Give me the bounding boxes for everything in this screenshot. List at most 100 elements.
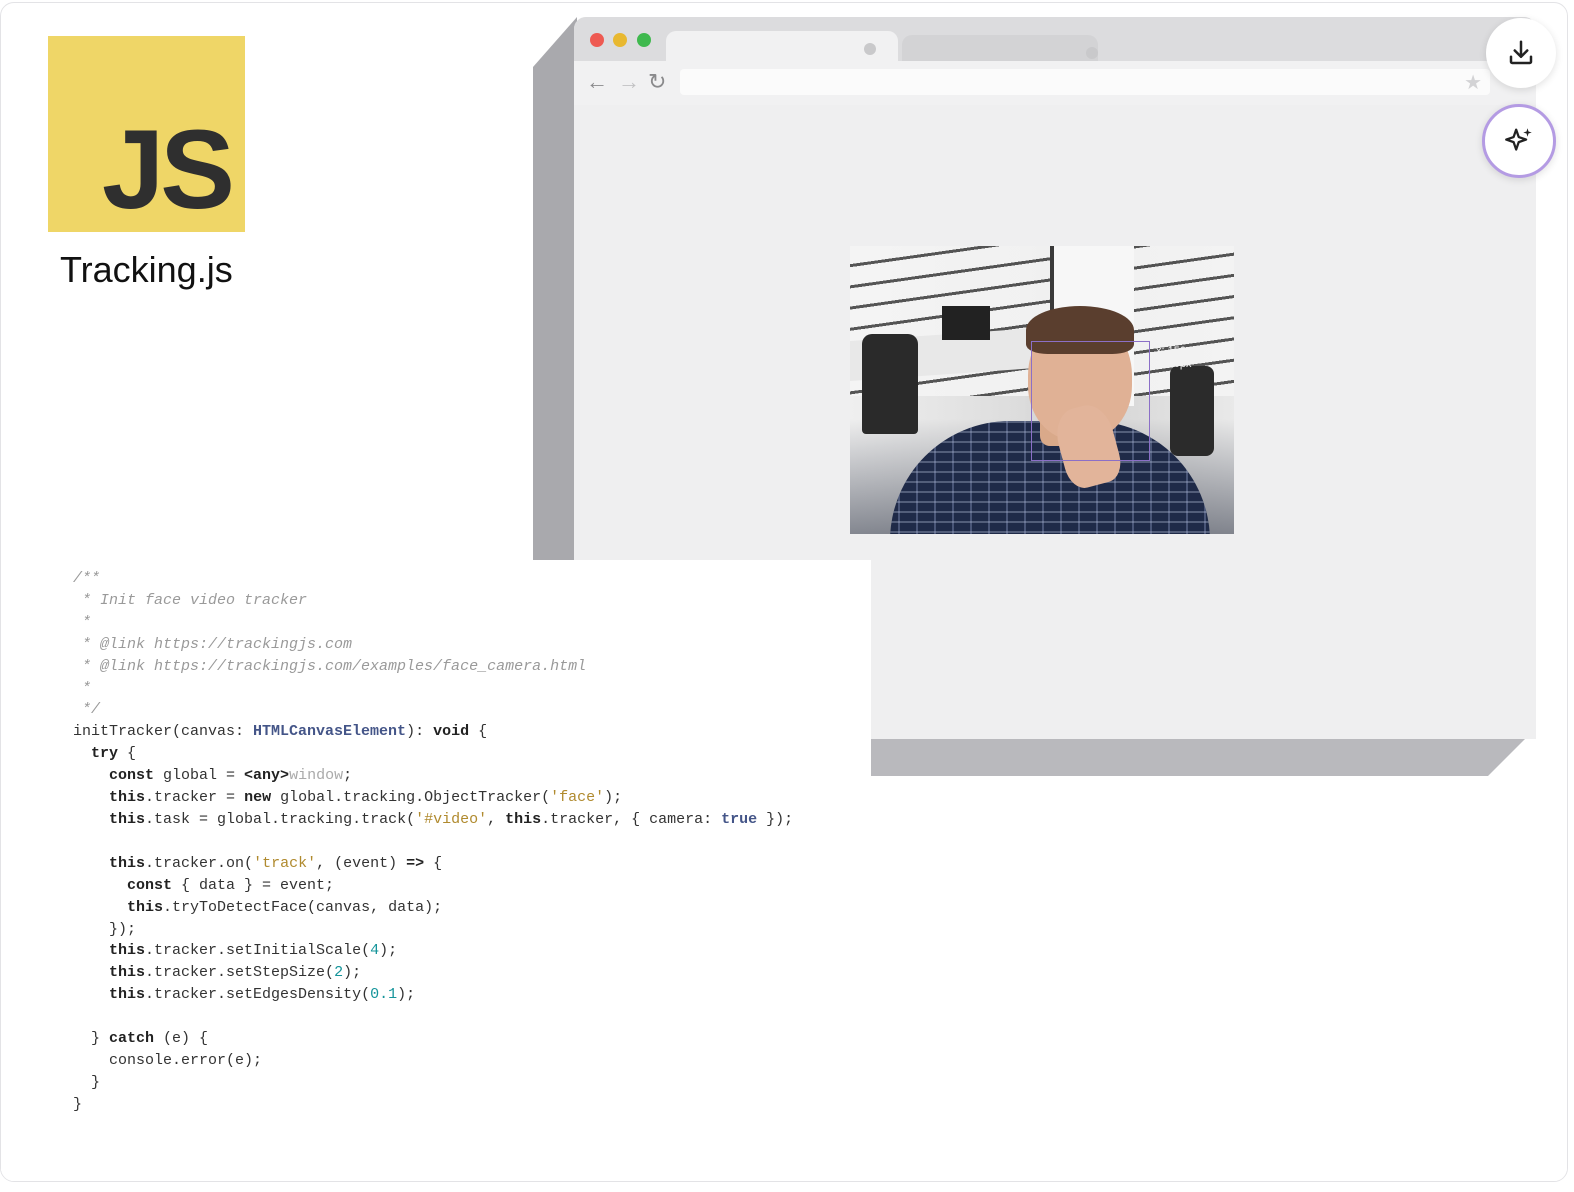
code-line: console.error(e); <box>73 1050 793 1072</box>
library-title: Tracking.js <box>60 249 233 290</box>
code-line: * <box>73 678 793 700</box>
code-token: .tracker = <box>145 789 245 807</box>
code-token: this <box>505 810 542 828</box>
monitor <box>942 306 990 340</box>
code-token: true <box>721 810 758 828</box>
code-line: this.tryToDetectFace(canvas, data); <box>73 897 793 919</box>
code-token: this <box>109 986 146 1004</box>
maximize-dot <box>637 33 651 47</box>
code-token: ); <box>604 789 623 807</box>
code-token: try <box>91 745 119 763</box>
code-token: { <box>424 854 443 872</box>
address-bar: ★ <box>680 69 1490 95</box>
code-line: this.tracker.setEdgesDensity(0.1); <box>73 984 793 1006</box>
image-card: ← → ↻ ★ x: 150px y: 80px JS Tracking.js … <box>0 2 1568 1182</box>
code-token: new <box>244 789 272 807</box>
code-token: */ <box>73 701 101 719</box>
code-token: .tracker.on( <box>145 854 254 872</box>
code-token: .tracker, { camera: <box>541 810 722 828</box>
code-token: window <box>289 767 344 785</box>
ai-assist-button[interactable] <box>1482 104 1556 178</box>
code-token: (e) { <box>154 1030 209 1048</box>
code-token: } <box>73 1095 83 1113</box>
code-line: this.tracker.setInitialScale(4); <box>73 940 793 962</box>
back-arrow-icon: ← <box>586 69 608 94</box>
code-token: ); <box>397 986 416 1004</box>
code-token: global.tracking.ObjectTracker( <box>271 789 551 807</box>
code-token: '#video' <box>415 810 488 828</box>
code-token: /** <box>73 570 101 587</box>
code-token: , <box>487 810 506 828</box>
code-token: this <box>109 810 146 828</box>
code-token: <any> <box>244 767 290 785</box>
code-snippet: /** * Init face video tracker * * @link … <box>73 568 793 1116</box>
code-token: this <box>109 854 146 872</box>
code-line: this.task = global.tracking.track('#vide… <box>73 809 793 831</box>
code-token: 0.1 <box>370 986 398 1004</box>
code-token: { data } = event; <box>172 876 335 894</box>
code-token: } <box>73 1073 101 1091</box>
code-line: this.tracker.setStepSize(2); <box>73 962 793 984</box>
code-token: ); <box>379 942 398 960</box>
minimize-dot <box>613 33 627 47</box>
code-token: 4 <box>370 942 380 960</box>
code-line: * @link https://trackingjs.com/examples/… <box>73 656 793 678</box>
code-line: /** <box>73 568 793 590</box>
code-line: try { <box>73 743 793 765</box>
office-chair <box>1170 366 1214 456</box>
code-token: this <box>109 964 146 982</box>
code-line: this.tracker.on('track', (event) => { <box>73 853 793 875</box>
code-token: .tracker.setStepSize( <box>145 964 335 982</box>
code-token: const <box>127 876 173 894</box>
code-token: void <box>433 723 470 741</box>
code-token: 'track' <box>253 854 317 872</box>
bookmark-star-icon: ★ <box>1464 72 1482 94</box>
tracking-y-label: y: 80px <box>1156 358 1192 370</box>
code-token: , (event) <box>316 854 407 872</box>
code-token: ); <box>343 964 362 982</box>
code-token: this <box>109 789 146 807</box>
code-token: }); <box>757 810 794 828</box>
code-token: }); <box>73 920 137 938</box>
code-line: } <box>73 1072 793 1094</box>
code-token: * <box>73 613 92 631</box>
browser-tabstrip <box>574 17 1536 71</box>
code-token: 'face' <box>550 789 605 807</box>
code-token: => <box>406 854 425 872</box>
code-token: console.error(e); <box>73 1051 263 1069</box>
code-token: .tryToDetectFace(canvas, data); <box>163 898 443 916</box>
code-token: catch <box>109 1030 155 1048</box>
tab-favicon-icon <box>864 43 876 55</box>
code-token: 2 <box>334 964 344 982</box>
download-icon <box>1509 40 1533 65</box>
webcam-frame: x: 150px y: 80px <box>850 246 1234 534</box>
code-line: * <box>73 612 793 634</box>
tab-favicon-icon <box>1086 47 1098 59</box>
code-token: * Init face video tracker <box>73 591 308 609</box>
code-token: initTracker(canvas: <box>73 723 254 741</box>
js-logo: JS <box>48 36 245 232</box>
tracking-x-label: x: 150px <box>1156 345 1198 357</box>
code-line: this.tracker = new global.tracking.Objec… <box>73 787 793 809</box>
code-token: global = <box>154 767 245 785</box>
code-token: { <box>469 723 488 741</box>
code-line: initTracker(canvas: HTMLCanvasElement): … <box>73 721 793 743</box>
code-token: * <box>73 679 92 697</box>
download-button[interactable] <box>1486 18 1556 88</box>
sparkle-icon <box>1505 128 1532 151</box>
code-token: this <box>109 942 146 960</box>
js-logo-text: JS <box>102 107 235 232</box>
face-tracking-box <box>1031 341 1150 461</box>
code-token: const <box>109 767 155 785</box>
code-token: { <box>118 745 137 763</box>
